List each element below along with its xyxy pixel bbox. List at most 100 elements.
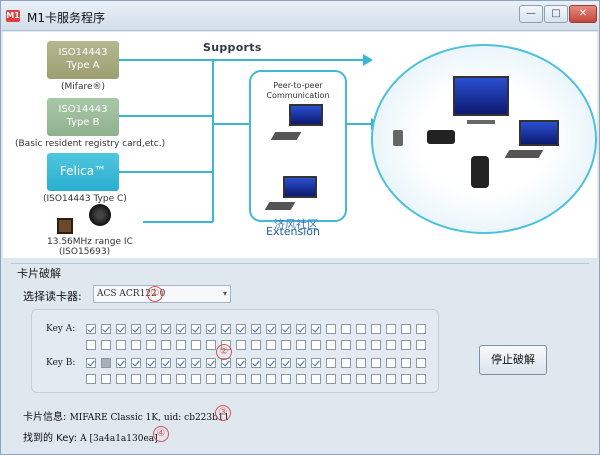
key-a-checkbox[interactable] xyxy=(401,324,411,334)
key-a-checkbox[interactable] xyxy=(101,324,111,334)
key-b-checkbox[interactable] xyxy=(401,358,411,368)
key-b-checkbox[interactable] xyxy=(401,374,411,384)
key-b-checkbox[interactable] xyxy=(281,358,291,368)
key-b-checkbox[interactable] xyxy=(86,358,96,368)
key-b-checkbox[interactable] xyxy=(341,374,351,384)
key-a-checkbox[interactable] xyxy=(191,324,201,334)
key-b-checkbox[interactable] xyxy=(311,358,321,368)
key-a-checkbox[interactable] xyxy=(161,324,171,334)
key-a-checkbox[interactable] xyxy=(236,324,246,334)
key-b-checkbox[interactable] xyxy=(356,374,366,384)
key-a-checkbox[interactable] xyxy=(401,340,411,350)
key-a-checkbox[interactable] xyxy=(131,324,141,334)
key-a-checkbox[interactable] xyxy=(191,340,201,350)
key-a-checkbox[interactable] xyxy=(206,324,216,334)
felica-caption: (ISO14443 Type C) xyxy=(43,194,127,204)
key-b-checkbox[interactable] xyxy=(206,374,216,384)
laptop-right-icon xyxy=(519,120,559,146)
key-b-checkbox[interactable] xyxy=(386,358,396,368)
key-a-checkbox[interactable] xyxy=(326,340,336,350)
key-b-checkbox[interactable] xyxy=(371,358,381,368)
key-b-checkbox[interactable] xyxy=(251,358,261,368)
key-a-checkbox[interactable] xyxy=(251,340,261,350)
key-b-checkbox[interactable] xyxy=(221,374,231,384)
key-a-checkbox[interactable] xyxy=(416,340,426,350)
key-b-checkbox[interactable] xyxy=(176,358,186,368)
key-b-checkbox[interactable] xyxy=(341,358,351,368)
minimize-button[interactable]: — xyxy=(519,5,543,23)
key-a-checkbox[interactable] xyxy=(341,324,351,334)
key-a-checkbox[interactable] xyxy=(146,340,156,350)
close-button[interactable]: ✕ xyxy=(569,5,597,23)
key-b-checkbox[interactable] xyxy=(416,374,426,384)
key-b-checkbox[interactable] xyxy=(191,374,201,384)
key-a-checkbox[interactable] xyxy=(356,324,366,334)
key-a-checkbox[interactable] xyxy=(86,340,96,350)
key-a-checkbox[interactable] xyxy=(311,324,321,334)
key-a-checkbox[interactable] xyxy=(326,324,336,334)
key-b-checkbox[interactable] xyxy=(371,374,381,384)
key-a-checkbox[interactable] xyxy=(221,324,231,334)
key-a-checkbox[interactable] xyxy=(356,340,366,350)
key-b-checkbox[interactable] xyxy=(101,358,111,368)
key-a-checkbox[interactable] xyxy=(116,324,126,334)
key-b-checkbox[interactable] xyxy=(296,358,306,368)
key-a-checkbox[interactable] xyxy=(371,324,381,334)
key-b-checkbox[interactable] xyxy=(236,374,246,384)
key-b-checkbox[interactable] xyxy=(161,358,171,368)
key-a-checkbox[interactable] xyxy=(266,324,276,334)
key-b-checkbox[interactable] xyxy=(311,374,321,384)
key-b-checkbox[interactable] xyxy=(326,358,336,368)
key-a-checkbox[interactable] xyxy=(281,324,291,334)
key-a-checkbox[interactable] xyxy=(386,340,396,350)
key-a-checkbox[interactable] xyxy=(341,340,351,350)
key-b-checkbox[interactable] xyxy=(266,374,276,384)
title-bar[interactable]: M1 M1卡服务程序 — □ ✕ xyxy=(1,1,599,31)
key-a-checkbox[interactable] xyxy=(101,340,111,350)
key-a-checkbox[interactable] xyxy=(131,340,141,350)
key-b-checkbox[interactable] xyxy=(161,374,171,384)
laptop-top-base xyxy=(270,132,302,140)
key-a-checkbox[interactable] xyxy=(146,324,156,334)
key-b-checkbox[interactable] xyxy=(101,374,111,384)
key-b-checkbox[interactable] xyxy=(191,358,201,368)
key-a-checkbox[interactable] xyxy=(236,340,246,350)
key-a-checkbox[interactable] xyxy=(386,324,396,334)
key-b-checkbox[interactable] xyxy=(146,358,156,368)
key-b-checkbox[interactable] xyxy=(86,374,96,384)
key-b-checkbox[interactable] xyxy=(131,358,141,368)
key-a-checkbox[interactable] xyxy=(86,324,96,334)
key-a-checkbox[interactable] xyxy=(416,324,426,334)
key-a-checkbox[interactable] xyxy=(296,324,306,334)
key-a-checkbox[interactable] xyxy=(176,340,186,350)
key-a-checkbox[interactable] xyxy=(161,340,171,350)
camera-icon xyxy=(427,130,455,144)
key-b-checkbox[interactable] xyxy=(251,374,261,384)
key-b-checkbox[interactable] xyxy=(116,374,126,384)
key-a-checkbox[interactable] xyxy=(176,324,186,334)
key-b-checkbox[interactable] xyxy=(116,358,126,368)
key-b-checkbox[interactable] xyxy=(206,358,216,368)
stop-crack-button[interactable]: 停止破解 xyxy=(479,345,547,375)
ic-chip-icon xyxy=(57,218,73,234)
key-b-checkbox[interactable] xyxy=(176,374,186,384)
key-a-checkbox[interactable] xyxy=(311,340,321,350)
key-b-checkbox[interactable] xyxy=(356,358,366,368)
key-b-checkbox[interactable] xyxy=(281,374,291,384)
key-b-checkbox[interactable] xyxy=(296,374,306,384)
key-a-checkbox[interactable] xyxy=(206,340,216,350)
key-a-checkbox[interactable] xyxy=(371,340,381,350)
key-a-checkbox[interactable] xyxy=(116,340,126,350)
key-b-checkbox[interactable] xyxy=(416,358,426,368)
maximize-button[interactable]: □ xyxy=(544,5,568,23)
key-a-checkbox[interactable] xyxy=(296,340,306,350)
key-b-checkbox[interactable] xyxy=(146,374,156,384)
key-a-checkbox[interactable] xyxy=(281,340,291,350)
key-a-checkbox[interactable] xyxy=(251,324,261,334)
key-b-checkbox[interactable] xyxy=(266,358,276,368)
key-b-checkbox[interactable] xyxy=(326,374,336,384)
key-b-checkbox[interactable] xyxy=(236,358,246,368)
key-b-checkbox[interactable] xyxy=(386,374,396,384)
key-b-checkbox[interactable] xyxy=(131,374,141,384)
key-a-checkbox[interactable] xyxy=(266,340,276,350)
